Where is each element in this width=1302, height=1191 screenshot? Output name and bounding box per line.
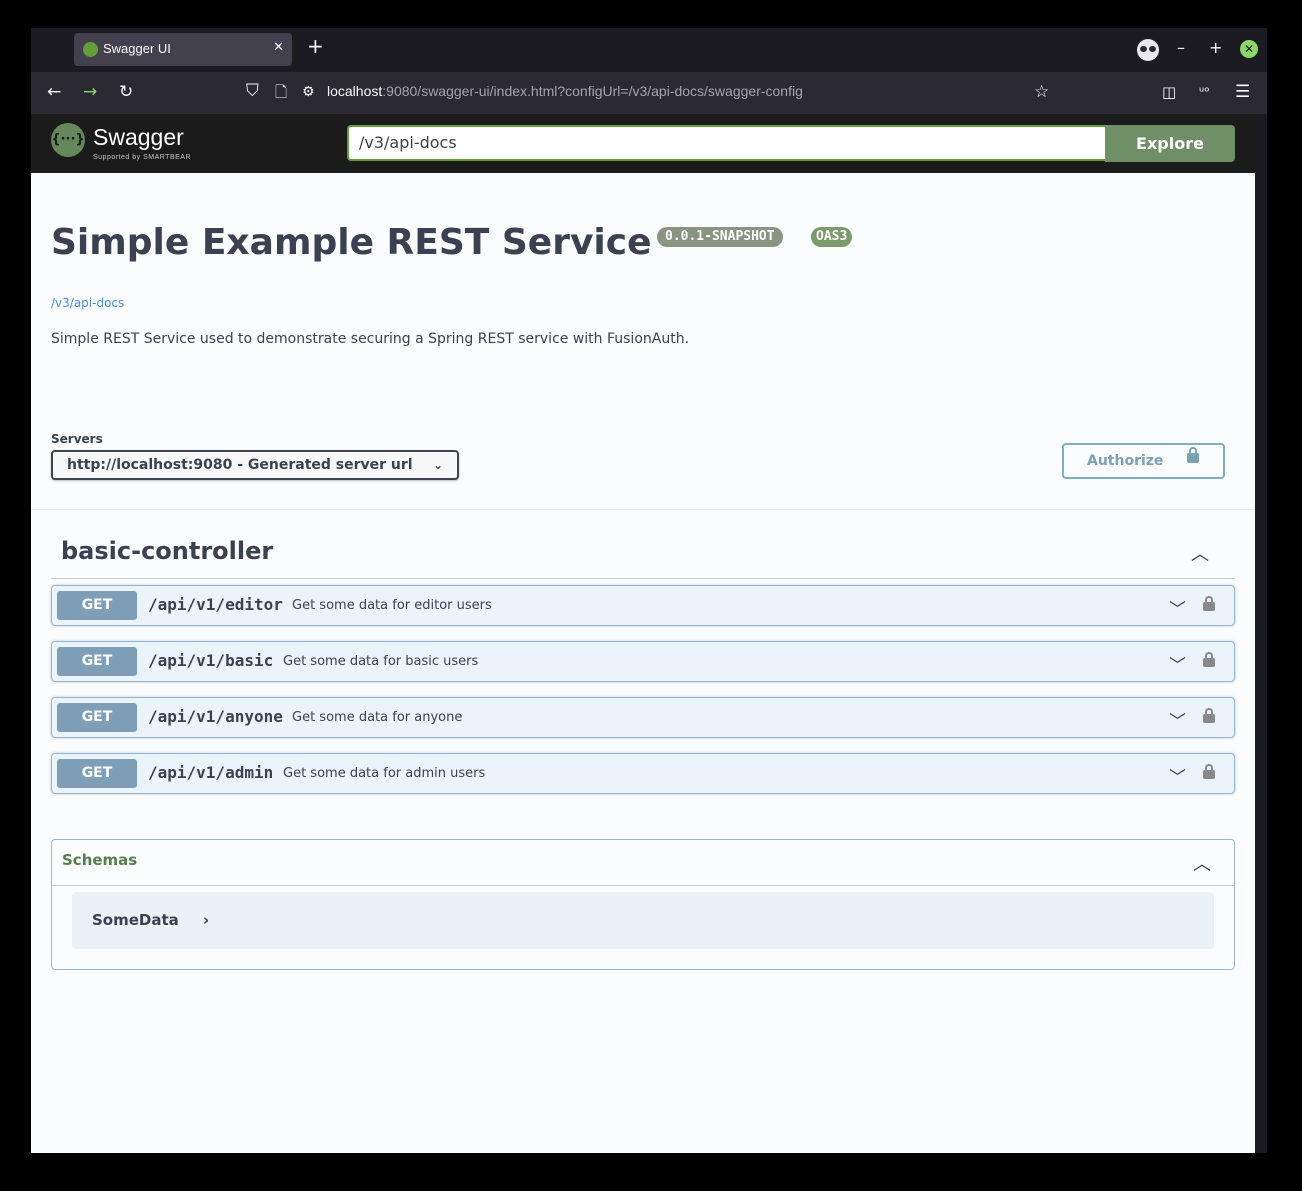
schemas-title[interactable]: Schemas — [62, 851, 137, 869]
chevron-down-icon: ⌄ — [432, 458, 443, 472]
method-badge: GET — [57, 647, 137, 676]
swagger-topbar: {···} Swagger Supported by SMARTBEAR /v3… — [31, 114, 1255, 173]
address-bar[interactable]: localhost:9080/swagger-ui/index.html?con… — [327, 83, 803, 99]
ublock-extension-icon[interactable]: ᵘᵒ — [1199, 83, 1210, 103]
browser-window: Swagger UI ✕ + – + ✕ ← → ↻ ⛉ 🗋 ⚙ localho… — [31, 28, 1267, 1153]
chevron-up-icon[interactable]: ︿ — [1193, 850, 1211, 876]
lock-icon[interactable] — [1203, 652, 1215, 667]
tab-strip: Swagger UI ✕ + – + ✕ — [31, 28, 1267, 72]
schemas-section: Schemas ︿ SomeData › — [51, 839, 1235, 970]
authorize-button[interactable]: Authorize — [1062, 443, 1225, 479]
permissions-icon[interactable]: ⚙ — [302, 82, 315, 102]
forward-icon[interactable]: → — [83, 82, 97, 102]
swagger-favicon-icon — [83, 42, 98, 57]
servers-select[interactable]: http://localhost:9080 - Generated server… — [51, 450, 459, 480]
chevron-down-icon[interactable]: ﹀ — [1169, 707, 1186, 732]
operation-path: /api/v1/basic — [148, 651, 274, 670]
url-host: localhost — [327, 83, 383, 99]
explore-button[interactable]: Explore — [1105, 125, 1235, 162]
operation-path: /api/v1/admin — [148, 763, 274, 782]
lock-icon[interactable] — [1203, 764, 1215, 779]
scheme-divider — [31, 509, 1255, 510]
api-title: Simple Example REST Service — [51, 222, 652, 263]
chevron-down-icon[interactable]: ﹀ — [1169, 651, 1186, 676]
version-badge: 0.0.1-SNAPSHOT — [657, 227, 783, 247]
tag-title[interactable]: basic-controller — [61, 537, 273, 565]
operation-summary: Get some data for anyone — [292, 710, 463, 725]
pocket-icon[interactable]: ◫ — [1162, 82, 1176, 102]
bookmark-star-icon[interactable]: ☆ — [1034, 82, 1049, 102]
tab-swagger-ui[interactable]: Swagger UI ✕ — [74, 33, 292, 66]
operation-path: /api/v1/editor — [148, 595, 283, 614]
operation-summary: Get some data for editor users — [292, 598, 492, 613]
reload-icon[interactable]: ↻ — [119, 82, 133, 102]
operation-summary: Get some data for admin users — [283, 766, 486, 781]
page-viewport: {···} Swagger Supported by SMARTBEAR /v3… — [31, 114, 1255, 1153]
private-browsing-icon — [1137, 39, 1159, 61]
url-path: :9080/swagger-ui/index.html?configUrl=/v… — [382, 83, 803, 99]
authorize-label: Authorize — [1087, 453, 1164, 469]
tag-divider — [51, 578, 1235, 579]
operation-get-anyone[interactable]: GET /api/v1/anyone Get some data for any… — [51, 697, 1235, 738]
navigation-bar: ← → ↻ ⛉ 🗋 ⚙ localhost:9080/swagger-ui/in… — [31, 72, 1267, 114]
tab-close-icon[interactable]: ✕ — [273, 40, 284, 55]
hamburger-menu-icon[interactable]: ☰ — [1235, 82, 1250, 102]
maximize-button[interactable]: + — [1209, 39, 1222, 57]
operation-summary: Get some data for basic users — [283, 654, 479, 669]
method-badge: GET — [57, 759, 137, 788]
operation-get-basic[interactable]: GET /api/v1/basic Get some data for basi… — [51, 641, 1235, 682]
servers-label: Servers — [51, 432, 103, 446]
page-info-icon[interactable]: 🗋 — [275, 82, 287, 102]
operation-get-editor[interactable]: GET /api/v1/editor Get some data for edi… — [51, 585, 1235, 626]
spec-url-input[interactable]: /v3/api-docs — [347, 125, 1105, 161]
api-description: Simple REST Service used to demonstrate … — [51, 331, 690, 347]
chevron-right-icon[interactable]: › — [203, 911, 209, 929]
operation-get-admin[interactable]: GET /api/v1/admin Get some data for admi… — [51, 753, 1235, 794]
lock-icon[interactable] — [1203, 708, 1215, 723]
schemas-divider — [52, 885, 1234, 886]
chevron-up-icon[interactable]: ︿ — [1191, 540, 1209, 566]
tracking-protection-shield-icon[interactable]: ⛉ — [246, 81, 259, 101]
close-window-button[interactable]: ✕ — [1240, 40, 1258, 58]
smartbear-subtitle: Supported by SMARTBEAR — [93, 154, 192, 161]
tab-title: Swagger UI — [103, 41, 171, 56]
lock-icon[interactable] — [1203, 596, 1215, 611]
swagger-logo-text[interactable]: Swagger — [93, 124, 184, 151]
chevron-down-icon[interactable]: ﹀ — [1169, 763, 1186, 788]
operation-path: /api/v1/anyone — [148, 707, 283, 726]
minimize-button[interactable]: – — [1177, 39, 1185, 57]
servers-selected-value: http://localhost:9080 - Generated server… — [67, 457, 413, 473]
model-name: SomeData — [92, 911, 179, 929]
new-tab-button[interactable]: + — [307, 36, 324, 56]
unlocked-lock-icon — [1187, 447, 1199, 463]
spec-link[interactable]: /v3/api-docs — [51, 296, 124, 310]
model-somedata[interactable]: SomeData › — [72, 892, 1214, 949]
chevron-down-icon[interactable]: ﹀ — [1169, 595, 1186, 620]
swagger-logo-icon[interactable]: {···} — [51, 123, 85, 157]
back-icon[interactable]: ← — [47, 82, 61, 102]
oas-badge: OAS3 — [811, 227, 853, 247]
method-badge: GET — [57, 703, 137, 732]
method-badge: GET — [57, 591, 137, 620]
